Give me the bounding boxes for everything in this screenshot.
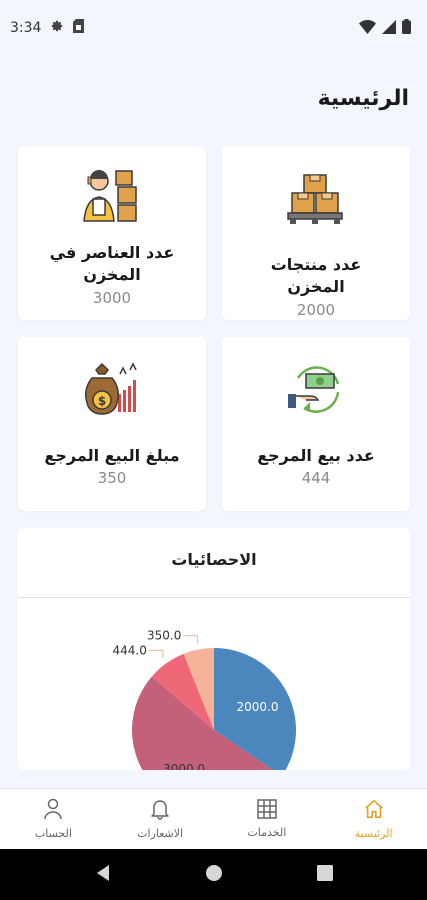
card-label: عدد بيع المرجع (257, 446, 375, 465)
wifi-icon (359, 19, 376, 38)
grid-icon (257, 799, 277, 822)
nav-item-home[interactable]: الرئيسية (320, 789, 427, 849)
settings-icon (50, 19, 64, 37)
card-value: 350 (97, 469, 127, 488)
card-warehouse-items[interactable]: عدد العناصر في المخزن 3000 (18, 146, 206, 320)
pie-chart: 2000.0 3000.0 444.0350.0 (112, 629, 296, 770)
home-circle-icon[interactable] (205, 864, 223, 886)
nav-label-account: الحساب (34, 827, 72, 840)
nav-item-account[interactable]: الحساب (0, 789, 107, 849)
nav-item-services[interactable]: الخدمات (214, 789, 321, 849)
cellular-signal-icon (382, 19, 396, 38)
recents-icon[interactable] (316, 864, 333, 885)
nav-label-services: الخدمات (247, 826, 287, 839)
status-time: 3:34 (10, 20, 42, 36)
pie-slice-label: 444.0 (112, 643, 146, 657)
system-navigation-bar (0, 849, 427, 900)
back-icon[interactable] (95, 864, 111, 886)
card-label: مبلغ البيع المرجع (44, 446, 180, 465)
card-value: 3000 (92, 288, 132, 307)
bottom-navigation: الرئيسية الخدمات الاشعارات الحساب (0, 788, 427, 849)
user-icon (43, 798, 63, 823)
worker-boxes-icon (77, 162, 147, 232)
card-warehouse-products[interactable]: عدد منتجات المخزن 2000 (222, 146, 410, 320)
bell-icon (150, 798, 170, 823)
pie-slice-label: 3000.0 (163, 762, 205, 770)
card-value: 2000 (296, 300, 336, 319)
card-returned-sales-amount[interactable]: $ مبلغ البيع المرجع 350 (18, 337, 206, 511)
pie-label-leader-line (148, 649, 164, 659)
pie-label-leader-line (183, 635, 198, 644)
card-label: عدد منتجات المخزن (270, 255, 362, 297)
money-bag-chart-icon: $ (77, 353, 147, 423)
home-icon (363, 798, 385, 823)
pie-slice-label: 2000.0 (236, 700, 278, 714)
statistics-card: الاحصائيات 2000.0 3000.0 444.0 350.0 (18, 528, 410, 770)
cash-return-icon (281, 353, 351, 423)
pie-slice-label: 350.0 (147, 629, 181, 643)
boxes-pallet-icon (281, 162, 351, 232)
page-title: الرئيسية (317, 86, 409, 111)
sim-card-icon (73, 19, 85, 37)
battery-icon (402, 18, 411, 38)
card-value: 444 (301, 469, 331, 488)
svg-text:$: $ (98, 394, 106, 408)
nav-label-home: الرئيسية (354, 827, 393, 840)
card-label: عدد العناصر في المخزن (49, 243, 175, 285)
card-returned-sales-count[interactable]: عدد بيع المرجع 444 (222, 337, 410, 511)
nav-item-notifications[interactable]: الاشعارات (107, 789, 214, 849)
nav-label-notifications: الاشعارات (137, 827, 184, 840)
status-bar: 3:34 (0, 0, 427, 56)
